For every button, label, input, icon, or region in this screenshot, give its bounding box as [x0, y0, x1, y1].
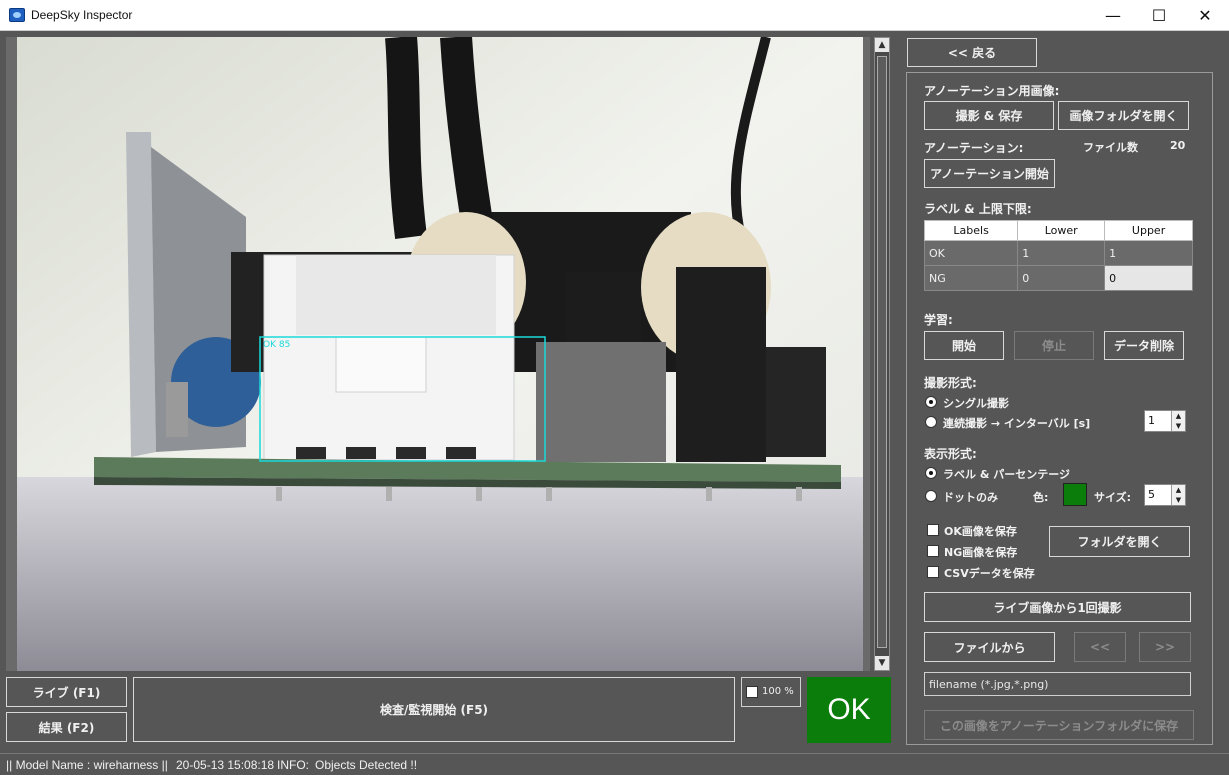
size-value: 5: [1148, 488, 1155, 501]
back-button[interactable]: << 戻る: [907, 38, 1037, 67]
title-bar: DeepSky Inspector — ☐ ✕: [0, 0, 1229, 31]
info-text: Objects Detected !!: [315, 758, 418, 772]
table-header: Labels: [923, 220, 1019, 241]
table-cell[interactable]: NG: [923, 265, 1019, 291]
save-csv-checkbox[interactable]: [927, 566, 939, 578]
detection-label: OK 85: [263, 340, 290, 350]
prev-file-button[interactable]: <<: [1074, 632, 1126, 662]
table-cell[interactable]: 1: [1104, 240, 1193, 266]
learning-heading: 学習:: [924, 313, 953, 327]
save-ng-label: NG画像を保存: [944, 546, 1018, 559]
color-label: 色:: [1033, 491, 1049, 504]
zoom-label: 100 %: [762, 686, 794, 697]
model-name: || Model Name : wireharness ||: [6, 758, 168, 772]
capture-save-button[interactable]: 撮影 & 保存: [924, 101, 1054, 130]
save-ok-label: OK画像を保存: [944, 525, 1017, 538]
table-cell[interactable]: 0: [1104, 265, 1193, 291]
info-label: INFO:: [277, 758, 309, 772]
single-capture-radio[interactable]: [925, 396, 937, 408]
inspect-start-button[interactable]: 検査/監視開始 (F5): [133, 677, 735, 742]
dot-only-radio[interactable]: [925, 490, 937, 502]
viewer-scrollbar[interactable]: ▲ ▼: [874, 37, 890, 671]
dot-only-label: ドットのみ: [943, 491, 998, 504]
status-timestamp: 20-05-13 15:08:18: [176, 758, 275, 772]
label-percentage-radio[interactable]: [925, 467, 937, 479]
minimize-button[interactable]: —: [1090, 0, 1136, 31]
annotation-heading: アノーテーション:: [924, 141, 1024, 155]
size-stepper[interactable]: 5 ▲ ▼: [1144, 484, 1186, 506]
capture-mode-heading: 撮影形式:: [924, 376, 977, 390]
continuous-capture-radio[interactable]: [925, 416, 937, 428]
size-label: サイズ:: [1094, 491, 1132, 504]
table-cell[interactable]: 1: [1017, 240, 1106, 266]
from-file-button[interactable]: ファイルから: [924, 632, 1055, 662]
table-header: Lower: [1017, 220, 1106, 241]
result-indicator: OK: [807, 677, 891, 743]
table-cell[interactable]: 0: [1017, 265, 1106, 291]
stepper-down-icon[interactable]: ▼: [1172, 421, 1185, 431]
table-row[interactable]: NG 0 0: [923, 265, 1193, 291]
app-logo-icon: [9, 8, 25, 22]
continuous-capture-label: 連続撮影 → インターバル [s]: [943, 417, 1091, 430]
stepper-up-icon[interactable]: ▲: [1172, 485, 1185, 495]
camera-viewer[interactable]: OK 85: [6, 37, 870, 671]
label-limits-table[interactable]: Labels Lower Upper OK 1 1 NG 0 0: [923, 220, 1193, 291]
table-header-row: Labels Lower Upper: [923, 220, 1193, 241]
scroll-thumb[interactable]: [877, 56, 887, 648]
zoom-control[interactable]: 100 %: [741, 677, 801, 707]
file-count-value: 20: [1170, 139, 1186, 152]
table-row[interactable]: OK 1 1: [923, 240, 1193, 266]
live-capture-button[interactable]: ライブ画像から1回撮影: [924, 592, 1191, 622]
label-limits-heading: ラベル & 上限下限:: [924, 202, 1032, 216]
display-mode-heading: 表示形式:: [924, 447, 977, 461]
next-file-button[interactable]: >>: [1139, 632, 1191, 662]
file-count-label: ファイル数: [1083, 141, 1138, 154]
open-folder-button[interactable]: フォルダを開く: [1049, 526, 1190, 557]
label-percentage-label: ラベル & パーセンテージ: [943, 468, 1071, 481]
status-bar: || Model Name : wireharness || 20-05-13 …: [0, 753, 1229, 775]
single-capture-label: シングル撮影: [943, 397, 1009, 410]
learn-start-button[interactable]: 開始: [924, 331, 1004, 360]
save-ng-checkbox[interactable]: [927, 545, 939, 557]
interval-value: 1: [1148, 414, 1155, 427]
main-area: OK 85 ▲ ▼ ライブ (F1) 結果 (F2) 検査/監視開始 (F5) …: [0, 31, 1229, 753]
result-button[interactable]: 結果 (F2): [6, 712, 127, 742]
save-csv-label: CSVデータを保存: [944, 567, 1035, 580]
learn-stop-button[interactable]: 停止: [1014, 331, 1094, 360]
camera-image: OK 85: [17, 37, 863, 671]
save-ok-checkbox[interactable]: [927, 524, 939, 536]
table-header: Upper: [1104, 220, 1193, 241]
save-to-annotation-button[interactable]: この画像をアノーテーションフォルダに保存: [924, 710, 1194, 740]
scroll-up-icon[interactable]: ▲: [875, 38, 889, 52]
stepper-down-icon[interactable]: ▼: [1172, 495, 1185, 505]
interval-stepper[interactable]: 1 ▲ ▼: [1144, 410, 1186, 432]
table-cell[interactable]: OK: [923, 240, 1019, 266]
live-button[interactable]: ライブ (F1): [6, 677, 127, 707]
data-delete-button[interactable]: データ削除: [1104, 331, 1184, 360]
maximize-button[interactable]: ☐: [1136, 0, 1182, 31]
scroll-down-icon[interactable]: ▼: [875, 656, 889, 670]
color-swatch[interactable]: [1063, 483, 1087, 506]
annotation-image-heading: アノーテーション用画像:: [924, 84, 1060, 98]
stepper-up-icon[interactable]: ▲: [1172, 411, 1185, 421]
filename-field[interactable]: filename (*.jpg,*.png): [924, 672, 1191, 696]
window-title: DeepSky Inspector: [31, 8, 133, 22]
zoom-checkbox[interactable]: [746, 686, 758, 698]
start-annotation-button[interactable]: アノーテーション開始: [924, 159, 1055, 188]
open-image-folder-button[interactable]: 画像フォルダを開く: [1058, 101, 1189, 130]
close-button[interactable]: ✕: [1182, 0, 1228, 31]
